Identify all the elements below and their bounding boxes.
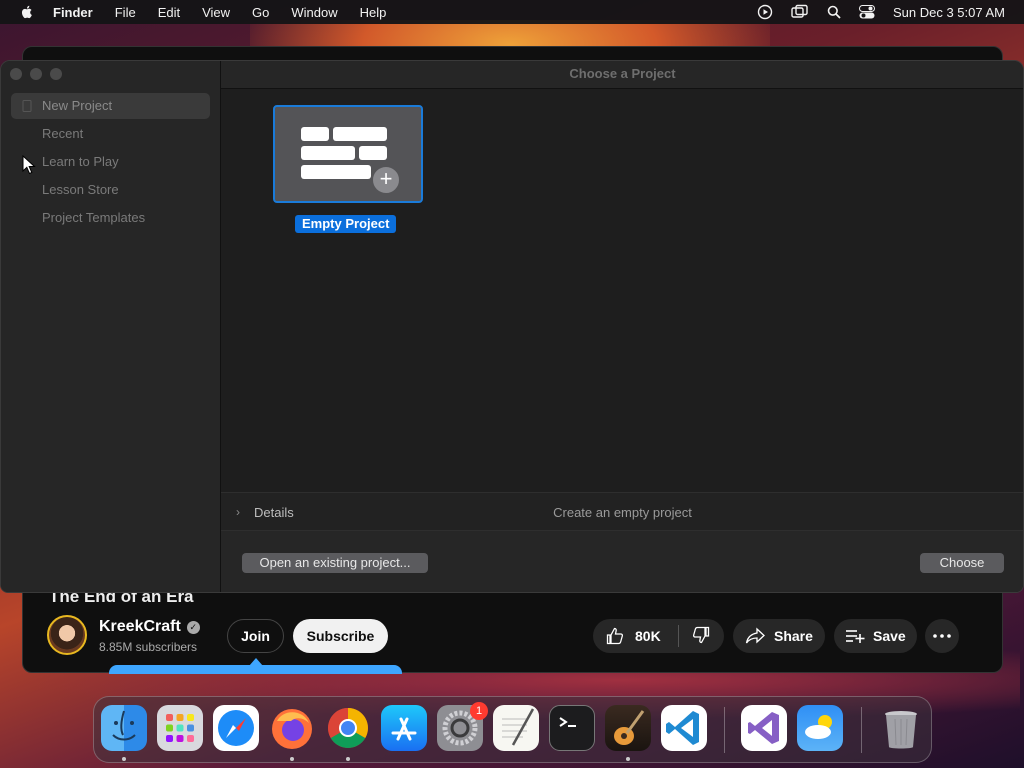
menu-help[interactable]: Help <box>360 5 387 20</box>
mouse-cursor-icon <box>22 155 36 175</box>
more-dots-icon <box>933 634 951 638</box>
menu-view[interactable]: View <box>202 5 230 20</box>
dock: 1 <box>93 696 932 763</box>
dock-weather-icon[interactable] <box>797 705 843 751</box>
dock-garageband-icon[interactable] <box>605 705 651 751</box>
share-label: Share <box>774 628 813 644</box>
running-indicator <box>346 757 350 761</box>
sidebar-item-label: Project Templates <box>42 210 146 225</box>
channel-name-row[interactable]: KreekCraft ✓ <box>99 618 200 636</box>
dock-chrome-icon[interactable] <box>325 705 371 751</box>
sidebar-item-lesson-store[interactable]: Lesson Store <box>11 177 210 203</box>
dock-textedit-icon[interactable] <box>493 705 539 751</box>
screen-mirroring-icon[interactable] <box>791 4 809 20</box>
dock-finder-icon[interactable] <box>101 705 147 751</box>
menu-edit[interactable]: Edit <box>158 5 180 20</box>
like-count: 80K <box>635 628 661 644</box>
thumbs-down-icon <box>692 626 710 643</box>
dock-separator <box>724 707 725 753</box>
share-arrow-icon <box>745 627 765 644</box>
running-indicator <box>122 757 126 761</box>
project-description: Create an empty project <box>553 505 692 520</box>
sidebar-item-new-project[interactable]: New Project <box>11 93 210 119</box>
tooltip-bar <box>109 665 402 674</box>
dislike-button[interactable] <box>679 625 711 648</box>
document-icon <box>22 100 32 112</box>
share-button[interactable]: Share <box>733 619 825 653</box>
dock-firefox-icon[interactable] <box>269 705 315 751</box>
dock-terminal-icon[interactable] <box>549 705 595 751</box>
dialog-footer: Open an existing project... Choose <box>221 531 1023 592</box>
dock-trash-icon[interactable] <box>878 705 924 751</box>
save-label: Save <box>873 628 906 644</box>
menu-file[interactable]: File <box>115 5 136 20</box>
close-window-button[interactable] <box>10 68 22 80</box>
save-playlist-icon <box>846 630 865 643</box>
sidebar-item-label: New Project <box>42 98 113 113</box>
dock-app-store-icon[interactable] <box>381 705 427 751</box>
window-controls <box>10 68 62 80</box>
sidebar-item-learn-to-play[interactable]: Learn to Play <box>11 149 210 175</box>
menubar-clock[interactable]: Sun Dec 3 5:07 AM <box>893 5 1005 20</box>
dock-visual-studio-icon[interactable] <box>741 705 787 751</box>
details-bar: › Details Create an empty project <box>221 492 1023 531</box>
spotlight-search-icon[interactable] <box>827 5 841 19</box>
dock-safari-icon[interactable] <box>213 705 259 751</box>
zoom-window-button[interactable] <box>50 68 62 80</box>
channel-avatar[interactable] <box>47 615 87 655</box>
window-title: Choose a Project <box>221 61 1023 89</box>
choose-project-window: New Project Recent Learn to Play Lesson … <box>0 60 1024 593</box>
channel-name[interactable]: KreekCraft <box>99 618 181 636</box>
like-button[interactable]: 80K <box>593 626 678 646</box>
apple-menu-icon[interactable] <box>19 4 35 20</box>
open-existing-project-button[interactable]: Open an existing project... <box>242 553 428 573</box>
sidebar-item-project-templates[interactable]: Project Templates <box>11 205 210 231</box>
like-dislike-group: 80K <box>593 619 724 653</box>
control-center-icon[interactable] <box>858 5 875 19</box>
sidebar-item-label: Learn to Play <box>42 154 119 169</box>
sidebar-item-label: Lesson Store <box>42 182 119 197</box>
subscriber-count: 8.85M subscribers <box>99 640 198 654</box>
subscribe-button[interactable]: Subscribe <box>293 619 388 653</box>
notification-badge: 1 <box>470 702 488 720</box>
dock-launchpad-icon[interactable] <box>157 705 203 751</box>
empty-project-tile[interactable]: + <box>273 105 423 203</box>
more-actions-button[interactable] <box>925 619 959 653</box>
save-button[interactable]: Save <box>834 619 917 653</box>
menu-go[interactable]: Go <box>252 5 269 20</box>
minimize-window-button[interactable] <box>30 68 42 80</box>
project-sidebar: New Project Recent Learn to Play Lesson … <box>1 61 221 592</box>
empty-project-label[interactable]: Empty Project <box>295 215 397 233</box>
dock-vscode-icon[interactable] <box>661 705 707 751</box>
join-button[interactable]: Join <box>227 619 284 653</box>
thumbs-up-icon <box>606 627 624 645</box>
menu-window[interactable]: Window <box>291 5 337 20</box>
sidebar-list: New Project Recent Learn to Play Lesson … <box>11 93 210 233</box>
plus-icon: + <box>371 165 401 195</box>
running-indicator <box>290 757 294 761</box>
choose-button[interactable]: Choose <box>920 553 1004 573</box>
sidebar-item-recent[interactable]: Recent <box>11 121 210 147</box>
project-grid: + Empty Project <box>221 89 1023 492</box>
dock-separator <box>861 707 862 753</box>
menu-bar: Finder File Edit View Go Window Help Sun… <box>0 0 1024 24</box>
verified-check-icon: ✓ <box>186 620 200 634</box>
screen-recording-icon[interactable] <box>757 4 773 20</box>
menu-finder[interactable]: Finder <box>53 5 93 20</box>
running-indicator <box>626 757 630 761</box>
sidebar-item-label: Recent <box>42 126 84 141</box>
